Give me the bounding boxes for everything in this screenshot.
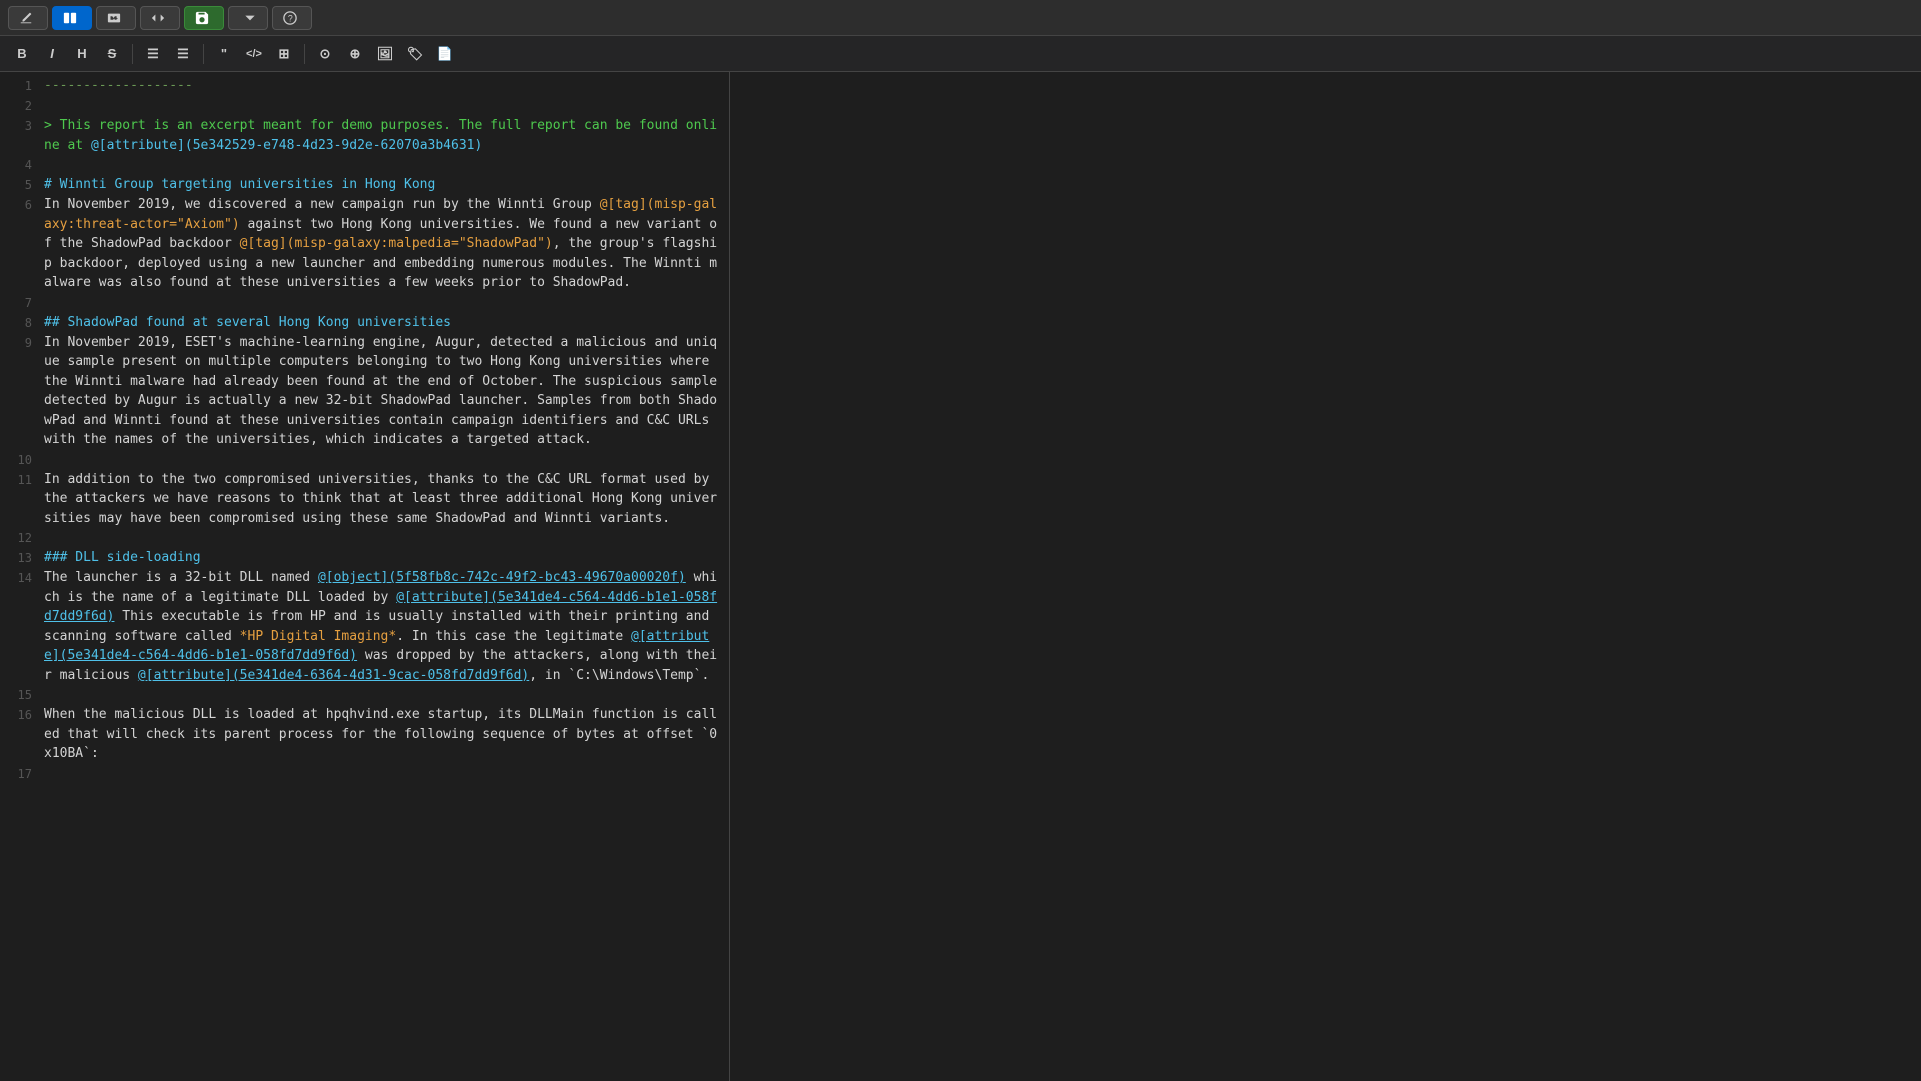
line-16: 16When the malicious DLL is loaded at hp… [0,705,729,764]
help-button[interactable]: ? [272,6,312,30]
tag-button[interactable]: 🏷 [401,41,429,67]
extra3-button[interactable]: 📄 [431,41,459,67]
main-toolbar: ? [0,0,1921,36]
image-button[interactable]: 🖼 [371,41,399,67]
help-icon: ? [283,11,297,25]
extra2-button[interactable]: ⊕ [341,41,369,67]
markdown-button[interactable] [96,6,136,30]
line-15: 15 [0,685,729,705]
line-17: 17 [0,764,729,784]
line-6: 6In November 2019, we discovered a new c… [0,195,729,293]
split-screen-button[interactable] [52,6,92,30]
save-button[interactable] [184,6,224,30]
code-button[interactable]: </> [240,41,268,67]
line-7: 7 [0,293,729,313]
line-3: 3> This report is an excerpt meant for d… [0,116,729,155]
line-2: 2 [0,96,729,116]
separator-3 [304,44,305,64]
line-9: 9In November 2019, ESET's machine-learni… [0,333,729,450]
save-icon [195,11,209,25]
line-8: 8## ShadowPad found at several Hong Kong… [0,313,729,333]
format-toolbar: B I H S ☰ ☰ " </> ⊞ ⊙ ⊕ 🖼 🏷 📄 [0,36,1921,72]
line-12: 12 [0,528,729,548]
line-1: 1------------------- [0,76,729,96]
menu-button[interactable] [228,6,268,30]
line-4: 4 [0,155,729,175]
raw-icon [151,11,165,25]
split-icon [63,11,77,25]
table-button[interactable]: ⊞ [270,41,298,67]
separator-1 [132,44,133,64]
italic-button[interactable]: I [38,41,66,67]
heading-button[interactable]: H [68,41,96,67]
svg-text:?: ? [288,13,293,23]
quote-button[interactable]: " [210,41,238,67]
line-5: 5# Winnti Group targeting universities i… [0,175,729,195]
editor-content[interactable]: 1------------------- 2 3> This report is… [0,72,729,788]
unordered-list-button[interactable]: ☰ [139,41,167,67]
raw-button[interactable] [140,6,180,30]
edit-icon [19,11,33,25]
line-10: 10 [0,450,729,470]
bold-button[interactable]: B [8,41,36,67]
extra1-button[interactable]: ⊙ [311,41,339,67]
editor-pane[interactable]: 1------------------- 2 3> This report is… [0,72,730,1081]
strikethrough-button[interactable]: S [98,41,126,67]
line-14: 14The launcher is a 32-bit DLL named @[o… [0,568,729,685]
main-area: 1------------------- 2 3> This report is… [0,72,1921,1081]
line-11: 11In addition to the two compromised uni… [0,470,729,529]
edit-button[interactable] [8,6,48,30]
ordered-list-button[interactable]: ☰ [169,41,197,67]
line-13: 13### DLL side-loading [0,548,729,568]
separator-2 [203,44,204,64]
chevron-down-icon [243,11,257,25]
markdown-icon [107,11,121,25]
